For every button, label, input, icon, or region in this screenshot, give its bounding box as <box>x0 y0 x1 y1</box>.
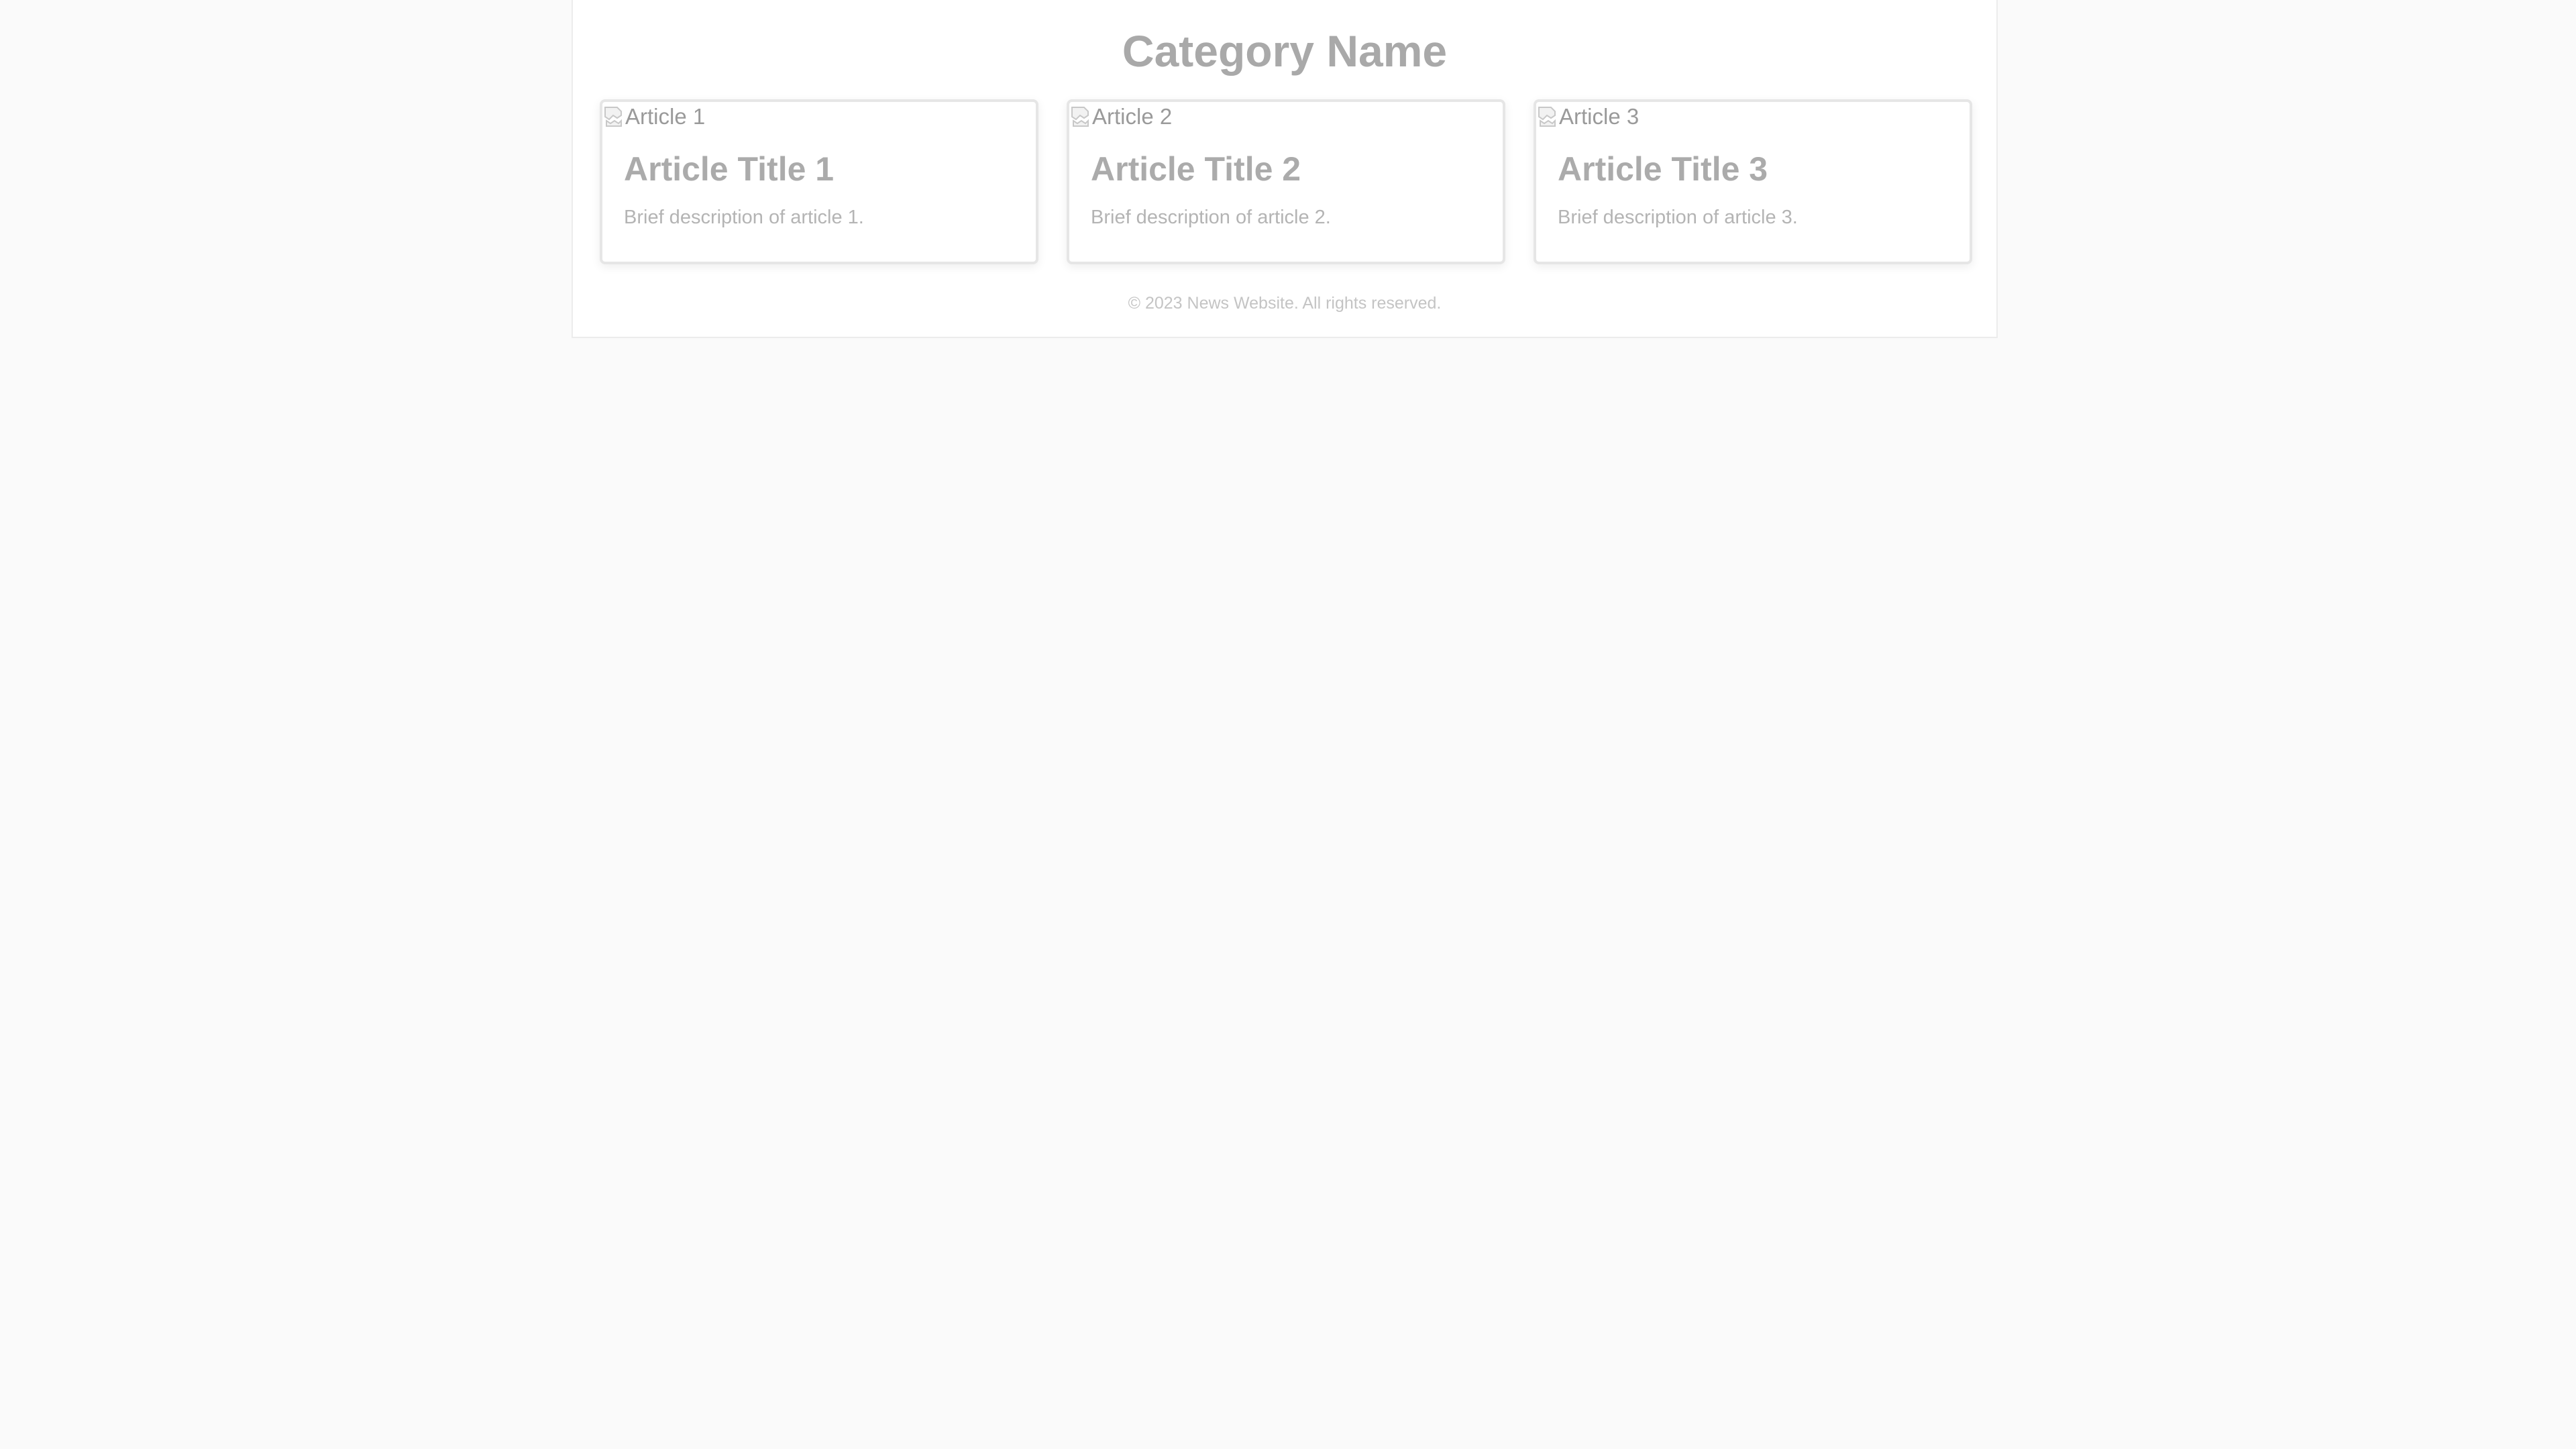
footer-copyright: © 2023 News Website. All rights reserved… <box>1128 294 1442 313</box>
article-description: Brief description of article 3. <box>1558 207 1798 228</box>
article-title[interactable]: Article Title 1 <box>624 149 834 189</box>
article-card[interactable]: Article 1 Article Title 1 Brief descript… <box>600 99 1038 264</box>
article-image[interactable]: Article 1 <box>604 103 705 130</box>
broken-image-icon <box>1538 106 1558 127</box>
broken-image-icon <box>604 106 624 127</box>
article-description: Brief description of article 2. <box>1091 207 1331 228</box>
article-title[interactable]: Article Title 2 <box>1091 149 1301 189</box>
article-image-alt: Article 3 <box>1559 104 1640 129</box>
page-title: Category Name <box>1122 26 1448 76</box>
article-image-alt: Article 1 <box>625 104 706 129</box>
article-image[interactable]: Article 3 <box>1538 103 1639 130</box>
article-title[interactable]: Article Title 3 <box>1558 149 1768 189</box>
article-card[interactable]: Article 3 Article Title 3 Brief descript… <box>1534 99 1972 264</box>
article-description: Brief description of article 1. <box>624 207 864 228</box>
broken-image-icon <box>1071 106 1091 127</box>
content-container: Category Name Article 1 Article Title 1 … <box>572 0 1998 338</box>
article-card[interactable]: Article 2 Article Title 2 Brief descript… <box>1067 99 1505 264</box>
article-image-alt: Article 2 <box>1092 104 1173 129</box>
article-image[interactable]: Article 2 <box>1071 103 1172 130</box>
